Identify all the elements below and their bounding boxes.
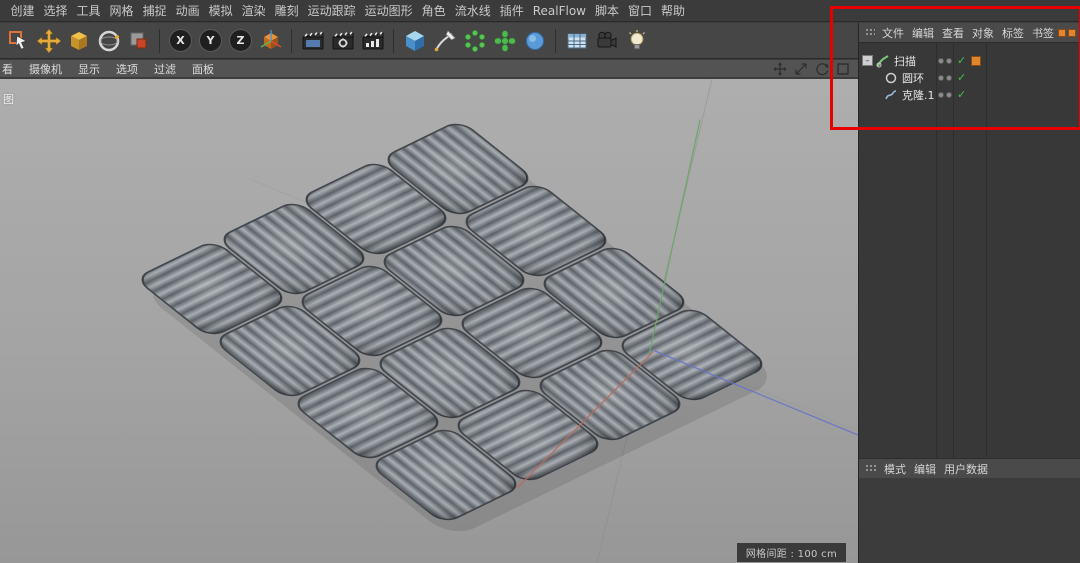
menu-window[interactable]: 窗口 <box>624 2 657 19</box>
spline-object-icon <box>883 87 898 102</box>
x-axis-lock-button[interactable]: X <box>167 27 194 54</box>
menu-create[interactable]: 创建 <box>6 2 39 19</box>
toolbar-divider <box>159 29 160 53</box>
mograph-generator-icon[interactable] <box>461 27 488 54</box>
toolbar-divider <box>555 29 556 53</box>
om-column-separator <box>986 43 987 458</box>
undo-selection-icon[interactable] <box>5 27 32 54</box>
menu-pipeline[interactable]: 流水线 <box>450 2 495 19</box>
panel-grip-icon[interactable] <box>865 28 875 38</box>
right-panel: 文件 编辑 查看 对象 标签 书签 – 扫描 ✓ <box>858 23 1080 563</box>
menu-script[interactable]: 脚本 <box>590 2 623 19</box>
om-menu-view[interactable]: 查看 <box>938 25 968 41</box>
last-tool-icon[interactable] <box>125 27 152 54</box>
collapse-toggle-icon[interactable]: – <box>862 55 873 66</box>
vp-menu-options[interactable]: 选项 <box>108 61 146 77</box>
rotate-view-icon[interactable] <box>815 62 829 76</box>
move-tool-icon[interactable] <box>35 27 62 54</box>
z-axis-lock-button[interactable]: Z <box>227 27 254 54</box>
y-axis-lock-button[interactable]: Y <box>197 27 224 54</box>
menu-sculpt[interactable]: 雕刻 <box>270 2 303 19</box>
sweep-object-icon <box>875 53 890 68</box>
menu-help[interactable]: 帮助 <box>657 2 690 19</box>
menu-plugins[interactable]: 插件 <box>495 2 528 19</box>
object-row-sweep[interactable]: – 扫描 ✓ <box>859 52 1080 69</box>
light-icon[interactable] <box>623 27 650 54</box>
render-settings-icon[interactable] <box>329 27 356 54</box>
vp-menu-view[interactable]: 看 <box>0 61 21 77</box>
om-menu-bookmarks[interactable]: 书签 <box>1028 25 1058 41</box>
viewport-3d-scene <box>0 79 858 563</box>
coordinate-system-icon[interactable] <box>257 27 284 54</box>
object-manager-menubar: 文件 编辑 查看 对象 标签 书签 <box>859 23 1080 43</box>
vp-menu-filter[interactable]: 过滤 <box>146 61 184 77</box>
attribute-manager-menubar: 模式 编辑 用户数据 <box>859 458 1080 479</box>
om-header-layer-icon[interactable] <box>1058 29 1080 37</box>
menu-realflow[interactable]: RealFlow <box>528 4 590 18</box>
vp-menu-cameras[interactable]: 摄像机 <box>21 61 70 77</box>
fields-icon[interactable] <box>521 27 548 54</box>
visibility-dots[interactable] <box>938 69 952 86</box>
panel-grip-icon[interactable] <box>865 464 877 474</box>
viewport-corner-label: 图 <box>3 91 14 107</box>
menu-mesh[interactable]: 网格 <box>105 2 138 19</box>
zoom-view-icon[interactable] <box>794 62 808 76</box>
menu-tools[interactable]: 工具 <box>72 2 105 19</box>
am-menu-mode[interactable]: 模式 <box>880 461 910 477</box>
primitive-cube-icon[interactable] <box>401 27 428 54</box>
menu-select[interactable]: 选择 <box>39 2 72 19</box>
vp-menu-panel[interactable]: 面板 <box>184 61 222 77</box>
am-menu-edit[interactable]: 编辑 <box>910 461 940 477</box>
deformer-icon[interactable] <box>491 27 518 54</box>
enabled-check-icon[interactable]: ✓ <box>957 86 966 103</box>
menubar: 创建 选择 工具 网格 捕捉 动画 模拟 渲染 雕刻 运动跟踪 运动图形 角色 … <box>0 0 1080 22</box>
enabled-check-icon[interactable]: ✓ <box>957 69 966 86</box>
object-label[interactable]: 圆环 <box>899 70 924 86</box>
viewport-canvas[interactable]: 图 网格间距 : 100 cm <box>0 79 858 563</box>
c4d-window: 创建 选择 工具 网格 捕捉 动画 模拟 渲染 雕刻 运动跟踪 运动图形 角色 … <box>0 0 1080 563</box>
object-label[interactable]: 克隆.1 <box>899 87 935 103</box>
menu-mograph[interactable]: 运动图形 <box>360 2 417 19</box>
attribute-manager-body[interactable] <box>859 478 1080 563</box>
object-manager-tree[interactable]: – 扫描 ✓ 圆环 ✓ <box>859 43 1080 458</box>
om-menu-objects[interactable]: 对象 <box>968 25 998 41</box>
object-row-circle[interactable]: 圆环 ✓ <box>859 69 1080 86</box>
toolbar-divider <box>291 29 292 53</box>
om-menu-file[interactable]: 文件 <box>878 25 908 41</box>
maximize-view-icon[interactable] <box>836 62 850 76</box>
vp-menu-display[interactable]: 显示 <box>70 61 108 77</box>
menu-motion-tracker[interactable]: 运动跟踪 <box>303 2 360 19</box>
om-menu-edit[interactable]: 编辑 <box>908 25 938 41</box>
om-column-separator <box>936 43 937 458</box>
visibility-dots[interactable] <box>938 86 952 103</box>
camera-icon[interactable] <box>593 27 620 54</box>
grid-spacing-status: 网格间距 : 100 cm <box>737 543 846 562</box>
object-tag-icon[interactable] <box>971 52 981 69</box>
object-label[interactable]: 扫描 <box>891 53 916 69</box>
enabled-check-icon[interactable]: ✓ <box>957 52 966 69</box>
menu-animate[interactable]: 动画 <box>171 2 204 19</box>
circle-spline-icon <box>883 70 898 85</box>
menu-character[interactable]: 角色 <box>417 2 450 19</box>
menu-simulate[interactable]: 模拟 <box>204 2 237 19</box>
am-menu-userdata[interactable]: 用户数据 <box>940 461 992 477</box>
pan-view-icon[interactable] <box>773 62 787 76</box>
rotate-tool-icon[interactable] <box>95 27 122 54</box>
scale-tool-icon[interactable] <box>65 27 92 54</box>
menu-render[interactable]: 渲染 <box>237 2 270 19</box>
visibility-dots[interactable] <box>938 52 952 69</box>
viewport-menubar: 看 摄像机 显示 选项 过滤 面板 <box>0 60 858 78</box>
render-queue-icon[interactable] <box>359 27 386 54</box>
viewport-nav-icons <box>773 62 858 76</box>
om-column-separator <box>953 43 954 458</box>
render-view-icon[interactable] <box>299 27 326 54</box>
array-table-icon[interactable] <box>563 27 590 54</box>
main-toolbar: X Y Z <box>0 23 858 59</box>
toolbar-divider <box>393 29 394 53</box>
object-row-clone[interactable]: 克隆.1 ✓ <box>859 86 1080 103</box>
menu-snap[interactable]: 捕捉 <box>138 2 171 19</box>
om-menu-tags[interactable]: 标签 <box>998 25 1028 41</box>
pen-spline-icon[interactable] <box>431 27 458 54</box>
